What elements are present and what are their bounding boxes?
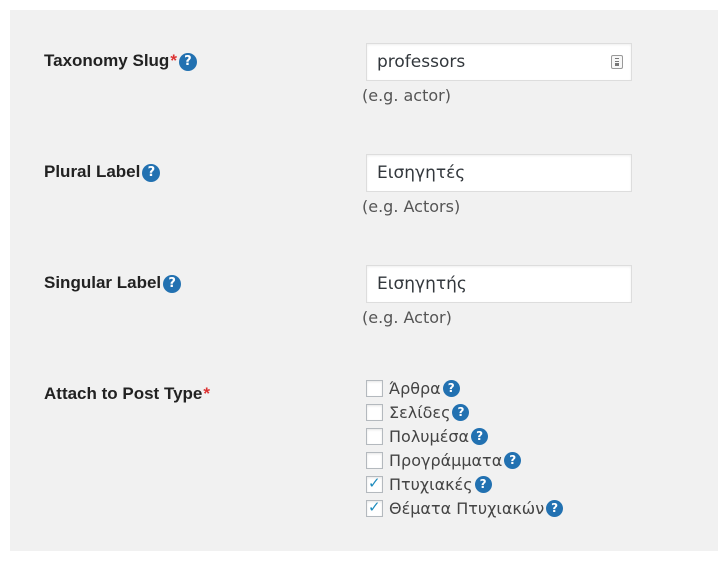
help-icon[interactable]: ? [452, 403, 470, 421]
required-asterisk: * [203, 384, 210, 403]
singular-label-input[interactable]: Εισηγητής [366, 265, 632, 303]
plural-label-label-text: Plural Label [44, 162, 141, 181]
singular-label-label: Singular Label? [44, 273, 182, 293]
attach-post-type-label-text: Attach to Post Type [44, 384, 203, 403]
plural-label-label: Plural Label? [44, 162, 161, 182]
post-type-checkbox-list: Άρθρα? Σελίδες? Πολυμέσα? Προγράμματα? Π… [366, 376, 564, 520]
contact-card-icon[interactable] [611, 55, 623, 69]
post-type-checkbox[interactable] [366, 498, 383, 517]
singular-label-value: Εισηγητής [377, 274, 467, 294]
taxonomy-slug-value: professors [377, 52, 466, 72]
taxonomy-slug-hint: (e.g. actor) [362, 86, 451, 105]
post-type-option-label[interactable]: Σελίδες [389, 403, 450, 422]
help-icon[interactable]: ? [142, 164, 161, 182]
singular-label-hint: (e.g. Actor) [362, 308, 452, 327]
taxonomy-slug-label-text: Taxonomy Slug [44, 51, 170, 70]
help-icon[interactable]: ? [546, 499, 564, 517]
help-icon[interactable]: ? [442, 379, 460, 397]
post-type-option[interactable]: Θέματα Πτυχιακών? [366, 496, 564, 520]
taxonomy-slug-input[interactable]: professors [366, 43, 632, 81]
plural-label-input[interactable]: Εισηγητές [366, 154, 632, 192]
post-type-option-label[interactable]: Πτυχιακές [389, 475, 473, 494]
post-type-option-label[interactable]: Πολυμέσα [389, 427, 469, 446]
help-icon[interactable]: ? [474, 475, 492, 493]
post-type-option[interactable]: Πτυχιακές? [366, 472, 563, 496]
required-asterisk: * [170, 51, 177, 70]
taxonomy-settings-panel: Taxonomy Slug*? professors (e.g. actor) … [10, 10, 718, 551]
post-type-option[interactable]: Άρθρα? [366, 376, 563, 400]
post-type-option[interactable]: Πολυμέσα? [366, 424, 563, 448]
help-icon[interactable]: ? [504, 451, 522, 469]
post-type-checkbox[interactable] [366, 451, 383, 469]
post-type-option[interactable]: Σελίδες? [366, 400, 563, 424]
plural-label-value: Εισηγητές [377, 163, 466, 183]
attach-post-type-label: Attach to Post Type* [44, 384, 210, 404]
taxonomy-slug-label: Taxonomy Slug*? [44, 51, 197, 71]
post-type-option-label[interactable]: Άρθρα [389, 379, 441, 398]
plural-label-hint: (e.g. Actors) [362, 197, 461, 216]
post-type-checkbox[interactable] [366, 427, 383, 445]
post-type-option-label[interactable]: Θέματα Πτυχιακών [389, 499, 544, 518]
post-type-checkbox[interactable] [366, 379, 383, 397]
post-type-checkbox[interactable] [366, 403, 383, 421]
post-type-option-label[interactable]: Προγράμματα [389, 451, 502, 470]
help-icon[interactable]: ? [163, 275, 182, 293]
post-type-option[interactable]: Προγράμματα? [366, 448, 563, 472]
help-icon[interactable]: ? [178, 53, 197, 71]
post-type-checkbox[interactable] [366, 474, 383, 493]
help-icon[interactable]: ? [471, 427, 489, 445]
singular-label-label-text: Singular Label [44, 273, 162, 292]
